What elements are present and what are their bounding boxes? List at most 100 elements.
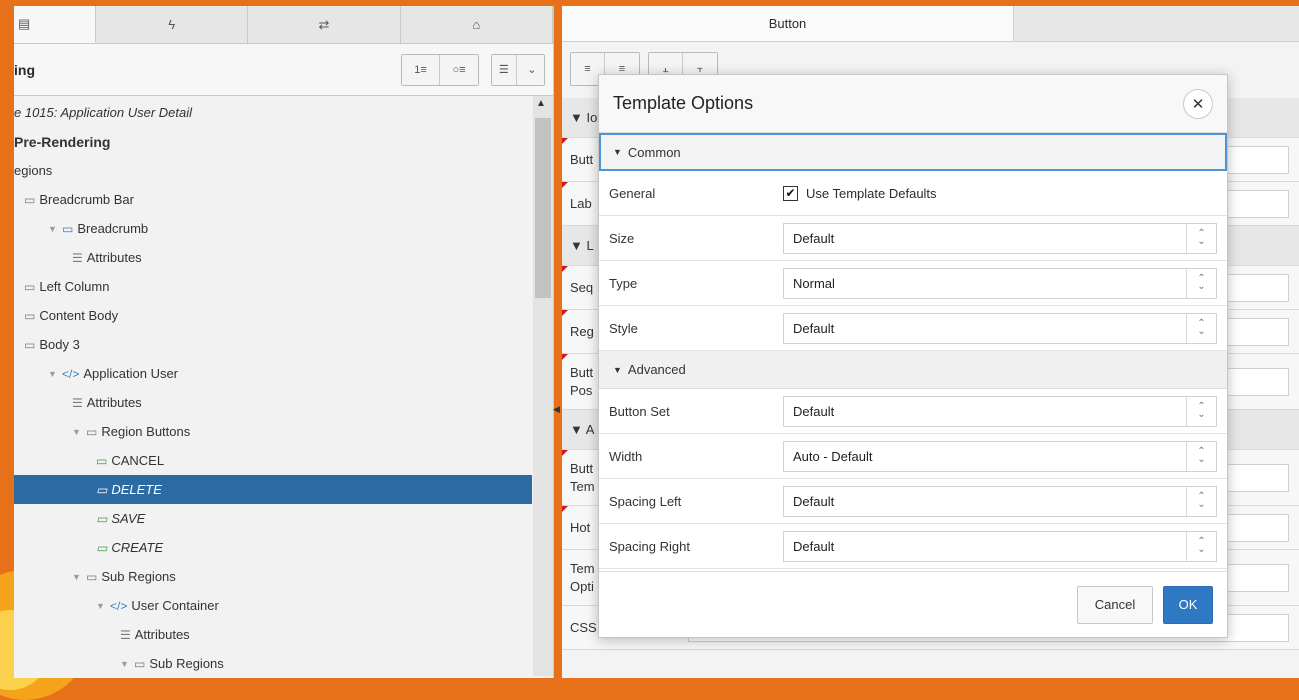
tree-item[interactable]: ▭ CREATE bbox=[14, 533, 532, 562]
folder-icon: ▭ bbox=[134, 656, 146, 671]
tree-item[interactable]: ☰ Attributes bbox=[14, 243, 532, 272]
tree-item-label: Attributes bbox=[86, 395, 142, 410]
tree-item[interactable]: Pre-Rendering bbox=[14, 127, 532, 156]
use-template-defaults-checkbox[interactable]: ✔ Use Template Defaults bbox=[783, 185, 937, 201]
option-select[interactable]: Default ⌃ ⌄ bbox=[783, 222, 1217, 254]
folder-icon: ▭ bbox=[86, 569, 98, 584]
tree-item-selected[interactable]: ▭ DELETE bbox=[14, 475, 532, 504]
tree-item[interactable]: ▭ SAVE bbox=[14, 504, 532, 533]
close-button[interactable]: ✕ bbox=[1183, 88, 1213, 119]
updown-arrows-icon: ⌃ ⌄ bbox=[1186, 486, 1216, 516]
option-select[interactable]: Default ⌃ ⌄ bbox=[783, 485, 1217, 517]
tree-item-label: Left Column bbox=[39, 279, 110, 294]
dialog-footer: Cancel OK bbox=[599, 571, 1227, 637]
tree-item[interactable]: ▭ Left Column bbox=[14, 272, 532, 301]
tree-item-label: Breadcrumb Bar bbox=[39, 192, 134, 207]
option-select[interactable]: Default ⌃ ⌄ bbox=[783, 395, 1217, 427]
ok-button[interactable]: OK bbox=[1163, 585, 1213, 624]
required-marker bbox=[562, 310, 568, 316]
updown-arrows-icon: ⌃ ⌄ bbox=[1186, 441, 1216, 471]
option-select[interactable]: Default ⌃ ⌄ bbox=[783, 312, 1217, 344]
expand-toggle-icon[interactable]: ▼ bbox=[120, 659, 134, 669]
code-icon: </> bbox=[110, 598, 128, 613]
expand-toggle-icon[interactable]: ▼ bbox=[48, 224, 62, 234]
group-view-button[interactable]: ○≡ bbox=[440, 54, 478, 85]
tree-item[interactable]: ▼ </> User Container bbox=[14, 591, 532, 620]
tree-item-label: Sub Regions bbox=[149, 656, 224, 671]
option-row: Style Default ⌃ ⌄ bbox=[599, 306, 1227, 351]
general-row: General ✔ Use Template Defaults bbox=[599, 171, 1227, 216]
caret-down-icon: ▼ bbox=[613, 147, 622, 157]
tree-item[interactable]: e 1015: Application User Detail bbox=[14, 98, 532, 127]
tab-processing[interactable]: ⇄ bbox=[248, 6, 401, 43]
updown-arrows-icon: ⌃ ⌄ bbox=[1186, 268, 1216, 298]
option-select[interactable]: Default ⌃ ⌄ bbox=[783, 530, 1217, 562]
tab-bar-filler bbox=[1014, 6, 1299, 42]
tree-item[interactable]: ▭ Breadcrumb Bar bbox=[14, 185, 532, 214]
cancel-button[interactable]: Cancel bbox=[1077, 585, 1153, 624]
button-icon: ▭ bbox=[96, 540, 108, 555]
option-row: Spacing Right Default ⌃ ⌄ bbox=[599, 524, 1227, 569]
collapse-arrow-icon[interactable]: ◀ bbox=[553, 404, 560, 415]
tree-item-label: CANCEL bbox=[111, 453, 165, 468]
tree-item-label: User Container bbox=[131, 598, 219, 613]
tree-item-label: egions bbox=[14, 163, 53, 178]
tree-item[interactable]: egions bbox=[14, 156, 532, 185]
required-marker bbox=[562, 506, 568, 512]
scrollbar-thumb[interactable] bbox=[535, 118, 551, 298]
tab-rendering[interactable]: ▤ bbox=[14, 6, 96, 43]
checkbox-box[interactable]: ✔ bbox=[783, 185, 798, 201]
section-common-label: Common bbox=[627, 144, 681, 160]
list-icon: ☰ bbox=[120, 627, 131, 642]
folder-icon: ▭ bbox=[24, 279, 36, 294]
option-label: Style bbox=[609, 320, 638, 336]
tree-item[interactable]: ▼ ▭ Breadcrumb bbox=[14, 214, 532, 243]
tree-item[interactable]: ▭ Body 3 bbox=[14, 330, 532, 359]
tree-item-label: Pre-Rendering bbox=[14, 133, 111, 150]
tree-item[interactable]: ▭ CANCEL bbox=[14, 446, 532, 475]
tab-shared-components[interactable]: ⌂ bbox=[400, 6, 553, 43]
display-menu[interactable]: ☰ ⌄ bbox=[491, 53, 545, 86]
use-template-defaults-label: Use Template Defaults bbox=[806, 185, 937, 201]
tree-item[interactable]: ☰ Attributes bbox=[14, 620, 532, 649]
option-label: Size bbox=[609, 230, 635, 246]
tree-item-label: Region Buttons bbox=[101, 424, 191, 439]
template-options-dialog: Template Options ✕ ▼ Common General ✔ Us… bbox=[598, 74, 1228, 638]
section-advanced[interactable]: ▼ Advanced bbox=[599, 351, 1227, 389]
code-icon: </> bbox=[62, 366, 80, 381]
tree-item[interactable]: ▼ ▭ Sub Regions bbox=[14, 562, 532, 591]
order-view-button[interactable]: 1≡ bbox=[402, 54, 440, 85]
option-value: Default bbox=[793, 230, 835, 246]
option-select[interactable]: Normal ⌃ ⌄ bbox=[783, 267, 1217, 299]
tree-item-label: Sub Regions bbox=[101, 569, 176, 584]
tree-item[interactable]: ▭ Content Body bbox=[14, 301, 532, 330]
expand-toggle-icon[interactable]: ▼ bbox=[48, 369, 62, 379]
left-tab-bar: ▤ ϟ ⇄ ⌂ bbox=[14, 6, 553, 44]
property-label: Butt bbox=[570, 151, 594, 167]
option-select[interactable]: Auto - Default ⌃ ⌄ bbox=[783, 440, 1217, 472]
grid-icon: ▤ bbox=[18, 16, 31, 31]
tree-item-label: DELETE bbox=[111, 482, 162, 497]
tab-dynamic-actions[interactable]: ϟ bbox=[96, 6, 249, 43]
expand-toggle-icon[interactable]: ▼ bbox=[72, 427, 86, 437]
option-value: Default bbox=[793, 320, 835, 336]
tree-item[interactable]: ▼ ▭ Sub Regions bbox=[14, 649, 532, 678]
tree-item[interactable]: ▼ ▭ Region Buttons bbox=[14, 417, 532, 446]
menu-toggle-button[interactable]: ☰ ⌄ bbox=[492, 54, 544, 85]
tree-scrollbar[interactable]: ▲ bbox=[533, 96, 553, 676]
tree-item[interactable]: ▼ </> Application User bbox=[14, 359, 532, 388]
updown-arrows-icon: ⌃ ⌄ bbox=[1186, 313, 1216, 343]
tab-button[interactable]: Button bbox=[562, 6, 1014, 42]
expand-toggle-icon[interactable]: ▼ bbox=[96, 601, 110, 611]
rendering-tree-pane: ▤ ϟ ⇄ ⌂ ing 1≡ ○≡ ☰ ⌄ ▼ ▭ Sub Regions ☰ Attr… bbox=[14, 6, 554, 678]
tree-item-label: Body 3 bbox=[39, 337, 80, 352]
required-marker bbox=[562, 182, 568, 188]
option-value: Auto - Default bbox=[793, 448, 873, 464]
section-common[interactable]: ▼ Common bbox=[599, 133, 1227, 171]
expand-toggle-icon[interactable]: ▼ bbox=[72, 572, 86, 582]
option-row: Size Default ⌃ ⌄ bbox=[599, 216, 1227, 261]
shapes-icon: ⌂ bbox=[472, 17, 481, 32]
folder-icon: ▭ bbox=[24, 337, 36, 352]
tree-item[interactable]: ☰ Attributes bbox=[14, 388, 532, 417]
scroll-up-arrow-icon[interactable]: ▲ bbox=[536, 98, 546, 109]
